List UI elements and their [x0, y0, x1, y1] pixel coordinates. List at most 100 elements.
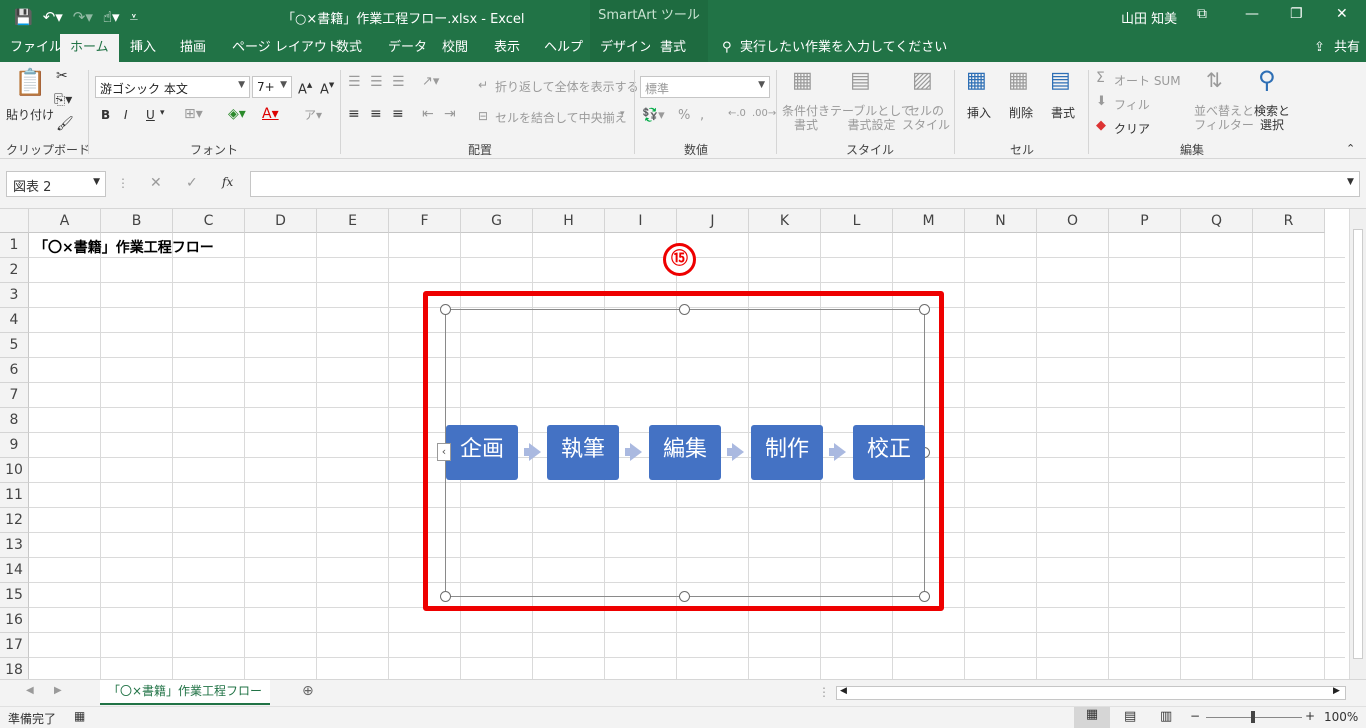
resize-handle[interactable]: [919, 591, 930, 602]
row-header[interactable]: 12: [0, 508, 29, 533]
column-header[interactable]: P: [1109, 209, 1181, 233]
conditional-format-icon[interactable]: ▦: [792, 68, 813, 93]
paste-button[interactable]: 貼り付け: [6, 106, 54, 123]
process-step[interactable]: 編集: [649, 425, 721, 480]
tab-smartart-design[interactable]: デザイン: [590, 34, 652, 62]
row-header[interactable]: 3: [0, 283, 29, 308]
find-select-button[interactable]: 検索と 選択: [1254, 104, 1290, 132]
wrap-text-icon[interactable]: ↵: [478, 78, 488, 92]
font-name-combo[interactable]: 游ゴシック 本文 ▼: [95, 76, 250, 98]
delete-cells-icon[interactable]: ▦: [1008, 68, 1029, 93]
customize-qat-icon[interactable]: ⩡: [130, 8, 138, 26]
share-button[interactable]: 共有: [1324, 34, 1366, 62]
tab-split-icon[interactable]: ⋮: [818, 685, 830, 699]
row-header[interactable]: 14: [0, 558, 29, 583]
delete-cells-button[interactable]: 削除: [1009, 104, 1033, 121]
restore-button[interactable]: ❐: [1290, 6, 1303, 22]
vertical-scroll-thumb[interactable]: [1353, 229, 1363, 659]
insert-cells-icon[interactable]: ▦: [966, 68, 987, 93]
wrap-text-button[interactable]: 折り返して全体を表示する: [495, 78, 639, 95]
column-header[interactable]: F: [389, 209, 461, 233]
column-header[interactable]: B: [101, 209, 173, 233]
resize-handle[interactable]: [440, 304, 451, 315]
copy-icon[interactable]: ⎘▾: [54, 92, 72, 108]
vertical-scrollbar[interactable]: [1349, 209, 1366, 679]
autosum-icon[interactable]: Σ: [1096, 70, 1105, 86]
process-step[interactable]: 制作: [751, 425, 823, 480]
add-sheet-icon[interactable]: ⊕: [302, 683, 314, 699]
align-center-icon[interactable]: ≡: [370, 106, 382, 122]
row-header[interactable]: 5: [0, 333, 29, 358]
percent-icon[interactable]: %: [678, 108, 690, 123]
row-header[interactable]: 1: [0, 233, 29, 258]
save-icon[interactable]: 💾: [14, 8, 33, 26]
format-painter-icon[interactable]: 🖌: [56, 116, 74, 132]
sort-filter-icon[interactable]: ⇅: [1206, 68, 1223, 92]
row-header[interactable]: 13: [0, 533, 29, 558]
scroll-right-icon[interactable]: ▶: [1333, 686, 1340, 696]
tell-me-box[interactable]: 実行したい作業を入力してください: [730, 34, 957, 62]
tab-formulas[interactable]: 数式: [326, 34, 372, 62]
select-all-corner[interactable]: [0, 209, 29, 233]
autosum-button[interactable]: オート SUM: [1114, 72, 1181, 89]
column-header[interactable]: I: [605, 209, 677, 233]
collapse-ribbon-icon[interactable]: ⌃: [1346, 142, 1355, 155]
cell-styles-button[interactable]: セルの スタイル: [902, 104, 950, 132]
merge-icon[interactable]: ⊟: [478, 109, 488, 123]
align-middle-icon[interactable]: ☰: [370, 74, 383, 90]
resize-handle[interactable]: [919, 304, 930, 315]
scroll-left-icon[interactable]: ◀: [840, 686, 847, 696]
column-header[interactable]: E: [317, 209, 389, 233]
touch-mode-icon[interactable]: ☝▾: [103, 8, 120, 26]
zoom-slider-thumb[interactable]: [1251, 711, 1255, 723]
column-header[interactable]: Q: [1181, 209, 1253, 233]
name-box[interactable]: 図表 2 ▼: [6, 171, 106, 197]
chevron-down-icon[interactable]: ▾: [160, 108, 165, 118]
format-cells-button[interactable]: 書式: [1051, 104, 1075, 121]
format-as-table-button[interactable]: テーブルとして 書式設定: [830, 104, 913, 132]
prev-sheet-icon[interactable]: ◀: [26, 685, 34, 696]
insert-function-icon[interactable]: fx: [222, 175, 233, 189]
align-left-icon[interactable]: ≡: [348, 106, 360, 122]
row-header[interactable]: 6: [0, 358, 29, 383]
tab-data[interactable]: データ: [378, 34, 437, 62]
cell-styles-icon[interactable]: ▨: [912, 68, 933, 93]
number-format-combo[interactable]: 標準 ▼: [640, 76, 770, 98]
phonetic-icon[interactable]: ア▾: [304, 106, 322, 123]
column-header[interactable]: J: [677, 209, 749, 233]
zoom-in-icon[interactable]: +: [1305, 709, 1315, 723]
accounting-icon[interactable]: 💱▾: [642, 108, 665, 123]
next-sheet-icon[interactable]: ▶: [54, 685, 62, 696]
tab-view[interactable]: 表示: [484, 34, 530, 62]
underline-button[interactable]: U: [146, 108, 155, 122]
macro-record-icon[interactable]: ▦: [74, 709, 85, 723]
cell-a1[interactable]: 「〇×書籍」作業工程フロー: [34, 237, 214, 257]
column-header[interactable]: L: [821, 209, 893, 233]
resize-handle[interactable]: [679, 591, 690, 602]
format-as-table-icon[interactable]: ▤: [850, 68, 871, 93]
grow-font-icon[interactable]: A▴: [298, 78, 312, 97]
row-header[interactable]: 2: [0, 258, 29, 283]
merge-center-button[interactable]: セルを結合して中央揃え: [495, 109, 627, 126]
borders-icon[interactable]: ⊞▾: [184, 106, 203, 122]
column-header[interactable]: O: [1037, 209, 1109, 233]
decrease-indent-icon[interactable]: ⇤: [422, 106, 434, 122]
tab-home[interactable]: ホーム: [60, 34, 119, 62]
cut-icon[interactable]: ✂: [56, 68, 68, 84]
row-header[interactable]: 16: [0, 608, 29, 633]
increase-indent-icon[interactable]: ⇥: [444, 106, 456, 122]
tab-help[interactable]: ヘルプ: [534, 34, 593, 62]
column-header[interactable]: G: [461, 209, 533, 233]
horizontal-scrollbar[interactable]: ◀ ▶: [836, 686, 1346, 700]
process-step[interactable]: 執筆: [547, 425, 619, 480]
tab-draw[interactable]: 描画: [170, 34, 216, 62]
decrease-decimal-icon[interactable]: .00→: [752, 108, 776, 119]
row-header[interactable]: 7: [0, 383, 29, 408]
insert-cells-button[interactable]: 挿入: [967, 104, 991, 121]
font-size-combo[interactable]: 7+ ▼: [252, 76, 292, 98]
column-header[interactable]: H: [533, 209, 605, 233]
row-header[interactable]: 9: [0, 433, 29, 458]
column-header[interactable]: N: [965, 209, 1037, 233]
redo-icon[interactable]: ↷▾: [73, 8, 93, 26]
paste-icon[interactable]: 📋: [14, 68, 46, 98]
